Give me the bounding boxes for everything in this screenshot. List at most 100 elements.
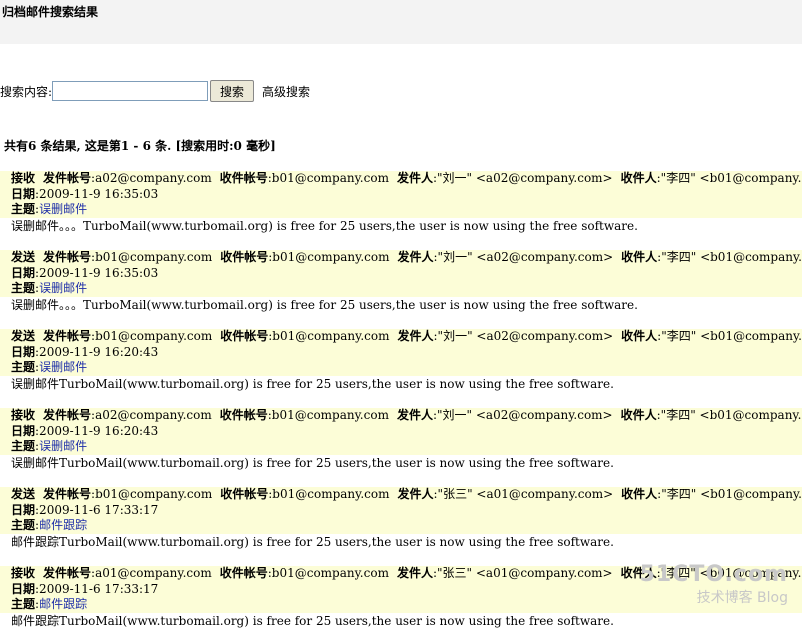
result-item: 接收 发件帐号:a02@company.com 收件帐号:b01@company.c… [0, 171, 802, 234]
direction-label: 接收 [11, 171, 36, 185]
date-value: :2009-11-6 17:33:17 [35, 502, 159, 517]
search-input[interactable] [52, 81, 209, 101]
sender-value: :"张三" <a01@company.com> [433, 487, 614, 501]
subject-label: 主题 [11, 518, 36, 533]
sender-label: 发件人 [397, 250, 434, 264]
direction-label: 发送 [11, 487, 36, 501]
search-label: 搜索内容: [0, 84, 53, 99]
sender-value: :"刘一" <a02@company.com> [433, 329, 614, 343]
sender-label: 发件人 [396, 171, 433, 185]
to-account-value: :b01@company.com [268, 329, 390, 343]
result-header: 发送 发件帐号:b01@company.com 收件帐号:b01@company.c… [0, 487, 802, 534]
page-title: 归档邮件搜索结果 [2, 5, 99, 19]
result-header: 接收 发件帐号:a02@company.com 收件帐号:b01@company.c… [0, 171, 802, 218]
to-account-label: 收件帐号 [219, 566, 268, 580]
result-date-line: 日期:2009-11-9 16:20:43 [11, 345, 802, 361]
date-label: 日期 [11, 344, 36, 359]
recipient-label: 收件人 [621, 329, 658, 343]
subject-link[interactable]: 误删邮件 [39, 439, 87, 453]
direction-label: 接收 [11, 408, 36, 422]
result-date-line: 日期:2009-11-9 16:35:03 [11, 266, 802, 282]
result-subject-line: 主题:误删邮件 [11, 439, 88, 454]
watermark: 51CTO.com 技术博客 Blog [640, 562, 788, 607]
from-account-label: 发件帐号 [43, 487, 92, 501]
subject-label: 主题 [11, 202, 36, 217]
recipient-label: 收件人 [621, 487, 658, 501]
from-account-value: :b01@company.com [91, 250, 213, 264]
to-account-label: 收件帐号 [220, 329, 269, 343]
result-meta-line: 接收 发件帐号:a02@company.com 收件帐号:b01@company.c… [11, 408, 802, 424]
subject-link[interactable]: 邮件跟踪 [39, 518, 87, 532]
result-item: 发送 发件帐号:b01@company.com 收件帐号:b01@company.c… [0, 250, 802, 313]
result-snippet: 邮件跟踪TurboMail(www.turbomail.org) is free… [11, 535, 614, 549]
direction-label: 接收 [11, 566, 36, 580]
recipient-label: 收件人 [620, 171, 657, 185]
result-subject-line: 主题:误删邮件 [11, 360, 88, 375]
recipient-value: :"李四" <b01@company.com> [657, 487, 802, 501]
recipient-label: 收件人 [621, 250, 658, 264]
to-account-value: :b01@company.com [267, 408, 389, 422]
result-header: 接收 发件帐号:a02@company.com 收件帐号:b01@company.c… [0, 408, 802, 455]
result-item: 发送 发件帐号:b01@company.com 收件帐号:b01@company.c… [0, 329, 802, 392]
date-value: :2009-11-9 16:35:03 [35, 186, 159, 201]
to-account-label: 收件帐号 [219, 171, 268, 185]
subject-label: 主题 [11, 597, 36, 612]
from-account-value: :b01@company.com [91, 487, 213, 501]
date-value: :2009-11-9 16:20:43 [35, 423, 159, 438]
sender-value: :"刘一" <a02@company.com> [432, 408, 613, 422]
result-snippet: 邮件跟踪TurboMail(www.turbomail.org) is free… [11, 614, 614, 628]
date-value: :2009-11-9 16:20:43 [35, 344, 159, 359]
result-snippet: 误删邮件TurboMail(www.turbomail.org) is free… [11, 377, 614, 391]
date-label: 日期 [11, 265, 36, 280]
result-meta-line: 接收 发件帐号:a02@company.com 收件帐号:b01@company.c… [11, 171, 802, 187]
watermark-caption: 技术博客 Blog [696, 590, 788, 606]
direction-label: 发送 [11, 329, 36, 343]
subject-link[interactable]: 误删邮件 [39, 360, 87, 374]
sender-value: :"刘一" <a02@company.com> [432, 171, 613, 185]
from-account-label: 发件帐号 [43, 250, 92, 264]
to-account-value: :b01@company.com [268, 487, 390, 501]
sender-value: :"张三" <a01@company.com> [432, 566, 613, 580]
to-account-label: 收件帐号 [220, 487, 269, 501]
recipient-value: :"李四" <b01@company.com> [656, 408, 802, 422]
result-snippet: 误删邮件。。。TurboMail(www.turbomail.org) is f… [11, 219, 638, 233]
search-bar: 搜索内容: 搜索 高级搜索 [0, 80, 310, 102]
date-label: 日期 [11, 581, 36, 596]
subject-link[interactable]: 邮件跟踪 [39, 597, 87, 611]
result-subject-line: 主题:邮件跟踪 [11, 518, 88, 533]
advanced-search-link[interactable]: 高级搜索 [262, 83, 310, 100]
sender-value: :"刘一" <a02@company.com> [433, 250, 614, 264]
result-meta-line: 发送 发件帐号:b01@company.com 收件帐号:b01@company.c… [11, 487, 802, 503]
date-label: 日期 [11, 423, 36, 438]
sender-label: 发件人 [396, 566, 433, 580]
recipient-value: :"李四" <b01@company.com> [657, 250, 802, 264]
subject-link[interactable]: 误删邮件 [39, 202, 87, 216]
result-date-line: 日期:2009-11-9 16:20:43 [11, 424, 802, 440]
from-account-value: :a01@company.com [91, 566, 212, 580]
result-meta-line: 发送 发件帐号:b01@company.com 收件帐号:b01@company.c… [11, 250, 802, 266]
search-button[interactable]: 搜索 [210, 80, 255, 102]
to-account-label: 收件帐号 [219, 408, 268, 422]
direction-label: 发送 [11, 250, 36, 264]
result-header: 发送 发件帐号:b01@company.com 收件帐号:b01@company.c… [0, 329, 802, 376]
result-summary: 共有6 条结果, 这是第1 - 6 条. [搜索用时:0 毫秒] [4, 139, 276, 153]
result-snippet: 误删邮件。。。TurboMail(www.turbomail.org) is f… [11, 298, 638, 312]
recipient-value: :"李四" <b01@company.com> [657, 329, 802, 343]
watermark-logo: 51CTO.com [639, 562, 788, 587]
header-bar: 归档邮件搜索结果 [0, 0, 802, 44]
result-date-line: 日期:2009-11-6 17:33:17 [11, 503, 802, 519]
result-subject-line: 主题:误删邮件 [11, 281, 88, 296]
result-meta-line: 发送 发件帐号:b01@company.com 收件帐号:b01@company.c… [11, 329, 802, 345]
from-account-value: :a02@company.com [91, 408, 212, 422]
recipient-value: :"李四" <b01@company.com> [656, 171, 802, 185]
result-header: 发送 发件帐号:b01@company.com 收件帐号:b01@company.c… [0, 250, 802, 297]
date-label: 日期 [11, 502, 36, 517]
to-account-label: 收件帐号 [220, 250, 269, 264]
sender-label: 发件人 [396, 408, 433, 422]
result-item: 接收 发件帐号:a02@company.com 收件帐号:b01@company.c… [0, 408, 802, 471]
date-value: :2009-11-9 16:35:03 [35, 265, 159, 280]
to-account-value: :b01@company.com [267, 566, 389, 580]
subject-link[interactable]: 误删邮件 [39, 281, 87, 295]
from-account-label: 发件帐号 [43, 329, 92, 343]
result-subject-line: 主题:误删邮件 [11, 202, 88, 217]
